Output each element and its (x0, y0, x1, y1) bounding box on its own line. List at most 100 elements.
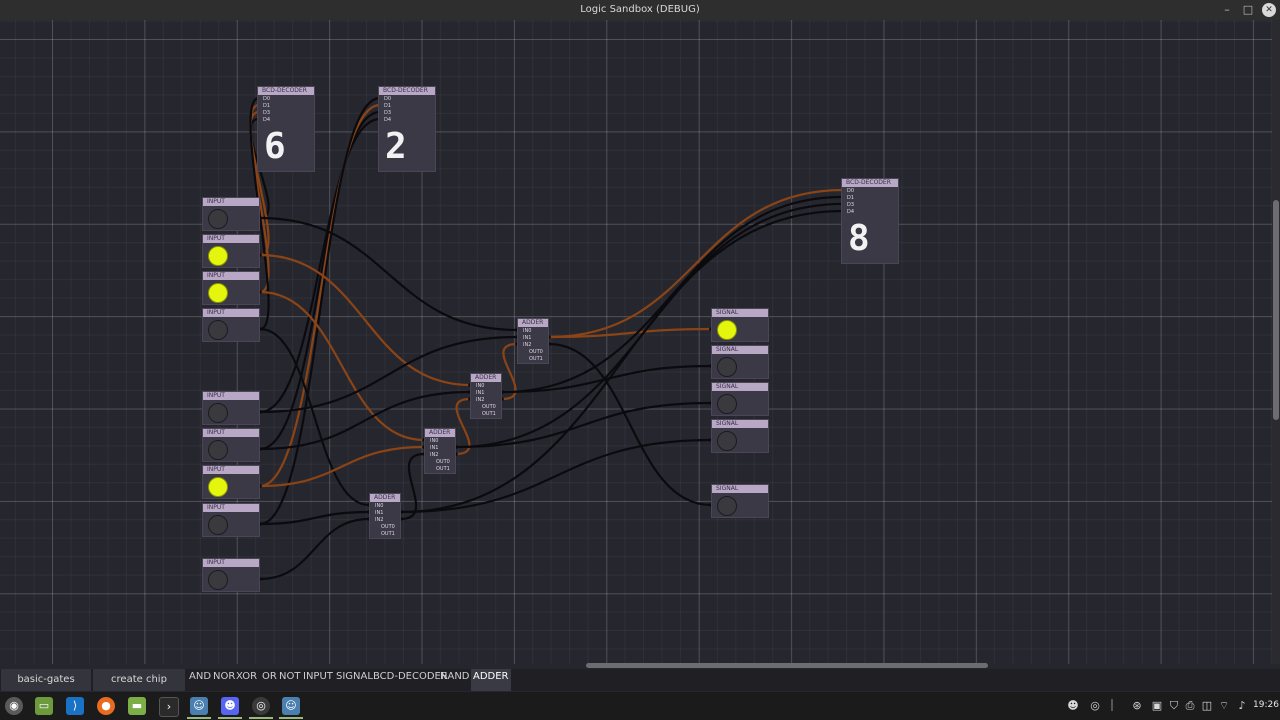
input-node[interactable]: INPUT (202, 234, 260, 268)
adder-output-port[interactable]: OUT1 (529, 356, 543, 362)
input-toggle[interactable] (208, 246, 228, 266)
menu-icon[interactable]: ◉ (5, 697, 23, 715)
shield-tray-icon[interactable]: ⛉ (1167, 699, 1181, 713)
input-toggle[interactable] (208, 283, 228, 303)
adder-output-port[interactable]: OUT0 (482, 404, 496, 410)
decoder-input-port[interactable]: D4 (263, 117, 270, 123)
adder-node[interactable]: ADDER IN0 IN1 IN2 OUT0 OUT1 (424, 428, 456, 474)
decoder-input-port[interactable]: D1 (847, 195, 854, 201)
github-tray-icon[interactable]: ◎ (1088, 699, 1102, 713)
decoder-input-port[interactable]: D3 (384, 110, 391, 116)
palette-item-adder[interactable]: ADDER (471, 669, 511, 691)
adder-output-port[interactable]: OUT0 (436, 459, 450, 465)
signal-node[interactable]: SIGNAL (711, 308, 769, 342)
steam-tray-icon[interactable]: ⊛ (1130, 699, 1144, 713)
palette-item-input[interactable]: INPUT (303, 669, 333, 691)
input-toggle[interactable] (208, 320, 228, 340)
adder-input-port[interactable]: IN0 (375, 503, 383, 509)
palette-item-and[interactable]: AND (189, 669, 211, 691)
input-toggle[interactable] (208, 477, 228, 497)
maximize-icon[interactable]: □ (1241, 3, 1255, 17)
input-node[interactable]: INPUT (202, 197, 260, 231)
palette-item-not[interactable]: NOT (279, 669, 300, 691)
input-node[interactable]: INPUT (202, 391, 260, 425)
input-toggle[interactable] (208, 570, 228, 590)
adder-output-port[interactable]: OUT1 (482, 411, 496, 417)
input-node[interactable]: INPUT (202, 558, 260, 592)
close-icon[interactable]: ✕ (1262, 3, 1276, 17)
palette-item-nor[interactable]: NOR (213, 669, 235, 691)
discord-tray-icon[interactable]: ☻ (1066, 699, 1080, 713)
input-toggle[interactable] (208, 440, 228, 460)
circuit-canvas[interactable]: INPUT INPUT INPUT INPUT INPUT INPUT INPUT INPUT… (0, 20, 1272, 664)
signal-node[interactable]: SIGNAL (711, 345, 769, 379)
horizontal-scroll-thumb[interactable] (586, 663, 988, 668)
files-icon[interactable]: ▭ (35, 697, 53, 715)
palette-item-or[interactable]: OR (262, 669, 277, 691)
input-node[interactable]: INPUT (202, 308, 260, 342)
adder-node[interactable]: ADDER IN0 IN1 IN2 OUT0 OUT1 (369, 493, 401, 539)
folder-icon[interactable]: ▬ (128, 697, 146, 715)
github-icon[interactable]: ◎ (252, 697, 270, 715)
vscode-icon[interactable]: ⟩ (66, 697, 84, 715)
tab-create-chip[interactable]: create chip (93, 669, 185, 691)
palette-item-nand[interactable]: NAND (440, 669, 470, 691)
input-node[interactable]: INPUT (202, 503, 260, 537)
adder-input-port[interactable]: IN1 (523, 335, 531, 341)
printer-tray-icon[interactable]: ⎙ (1183, 699, 1197, 713)
input-toggle[interactable] (208, 515, 228, 535)
minimize-icon[interactable]: – (1220, 3, 1234, 17)
signal-node[interactable]: SIGNAL (711, 419, 769, 453)
adder-input-port[interactable]: IN2 (375, 517, 383, 523)
adder-node[interactable]: ADDER IN0 IN1 IN2 OUT0 OUT1 (470, 373, 502, 419)
adder-input-port[interactable]: IN1 (476, 390, 484, 396)
vertical-scrollbar[interactable] (1272, 20, 1280, 664)
firefox-icon[interactable]: ● (97, 697, 115, 715)
terminal-icon[interactable]: › (159, 697, 179, 717)
adder-input-port[interactable]: IN1 (430, 445, 438, 451)
vertical-scroll-thumb[interactable] (1273, 200, 1279, 420)
adder-output-port[interactable]: OUT1 (436, 466, 450, 472)
tab-basic-gates[interactable]: basic-gates (1, 669, 91, 691)
adder-node[interactable]: ADDER IN0 IN1 IN2 OUT0 OUT1 (517, 318, 549, 364)
adder-input-port[interactable]: IN2 (476, 397, 484, 403)
decoder-input-port[interactable]: D4 (384, 117, 391, 123)
decoder-input-port[interactable]: D3 (847, 202, 854, 208)
adder-input-port[interactable]: IN0 (523, 328, 531, 334)
decoder-input-port[interactable]: D1 (384, 103, 391, 109)
input-node[interactable]: INPUT (202, 465, 260, 499)
horizontal-scrollbar[interactable] (0, 662, 1272, 669)
godot-running-icon[interactable]: ☺ (282, 697, 300, 715)
decoder-input-port[interactable]: D1 (263, 103, 270, 109)
input-toggle[interactable] (208, 403, 228, 423)
adder-output-port[interactable]: OUT0 (381, 524, 395, 530)
palette-item-signal[interactable]: SIGNAL (336, 669, 373, 691)
decoder-input-port[interactable]: D0 (847, 188, 854, 194)
updates-tray-icon[interactable]: ◫ (1200, 699, 1214, 713)
wifi-icon[interactable]: ⌔ (1217, 699, 1231, 713)
godot-icon[interactable]: ☺ (190, 697, 208, 715)
discord-icon[interactable]: ☻ (221, 697, 239, 715)
adder-output-port[interactable]: OUT1 (381, 531, 395, 537)
signal-node[interactable]: SIGNAL (711, 382, 769, 416)
signal-node[interactable]: SIGNAL (711, 484, 769, 518)
clipboard-tray-icon[interactable]: ▣ (1150, 699, 1164, 713)
adder-input-port[interactable]: IN2 (523, 342, 531, 348)
input-node[interactable]: INPUT (202, 271, 260, 305)
decoder-input-port[interactable]: D3 (263, 110, 270, 116)
palette-item-xor[interactable]: XOR (236, 669, 257, 691)
decoder-input-port[interactable]: D0 (263, 96, 270, 102)
adder-output-port[interactable]: OUT0 (529, 349, 543, 355)
decoder-input-port[interactable]: D4 (847, 209, 854, 215)
decoder-input-port[interactable]: D0 (384, 96, 391, 102)
adder-input-port[interactable]: IN0 (476, 383, 484, 389)
input-node[interactable]: INPUT (202, 428, 260, 462)
adder-input-port[interactable]: IN1 (375, 510, 383, 516)
bcd-decoder-node[interactable]: BCD-DECODER D0 D1 D3 D4 8 (841, 178, 899, 264)
palette-item-bcd-decoder[interactable]: BCD-DECODER (373, 669, 448, 691)
volume-icon[interactable]: ♪ (1235, 699, 1249, 713)
adder-input-port[interactable]: IN2 (430, 452, 438, 458)
adder-input-port[interactable]: IN0 (430, 438, 438, 444)
bcd-decoder-node[interactable]: BCD-DECODER D0 D1 D3 D4 2 (378, 86, 436, 172)
input-toggle[interactable] (208, 209, 228, 229)
